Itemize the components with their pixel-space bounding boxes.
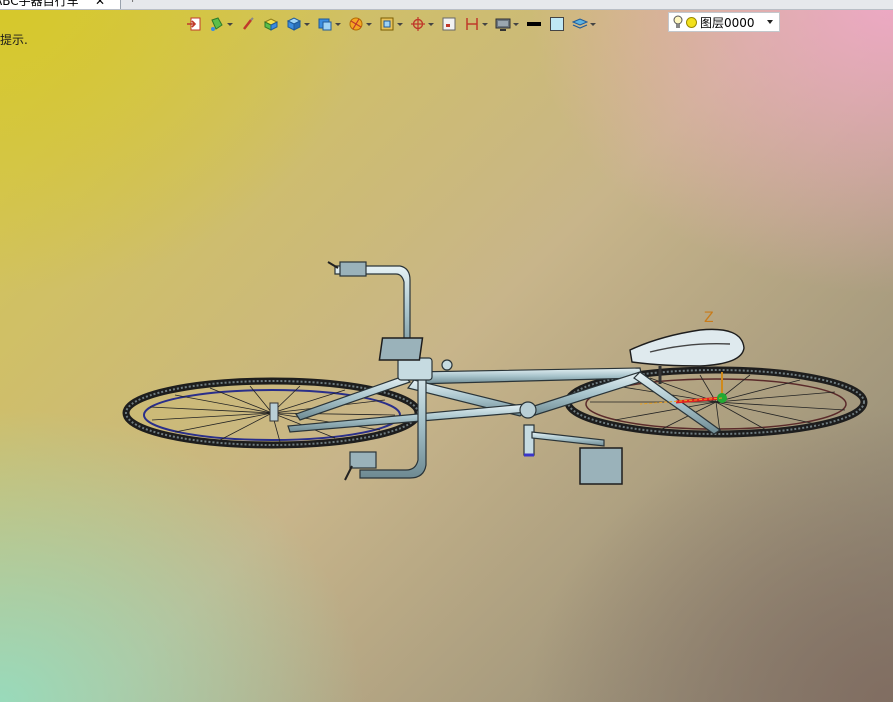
bicycle-model[interactable]: Z [0, 0, 893, 702]
front-wheel [564, 366, 868, 438]
z-axis-label: Z [704, 310, 714, 326]
handlebar [327, 261, 433, 481]
